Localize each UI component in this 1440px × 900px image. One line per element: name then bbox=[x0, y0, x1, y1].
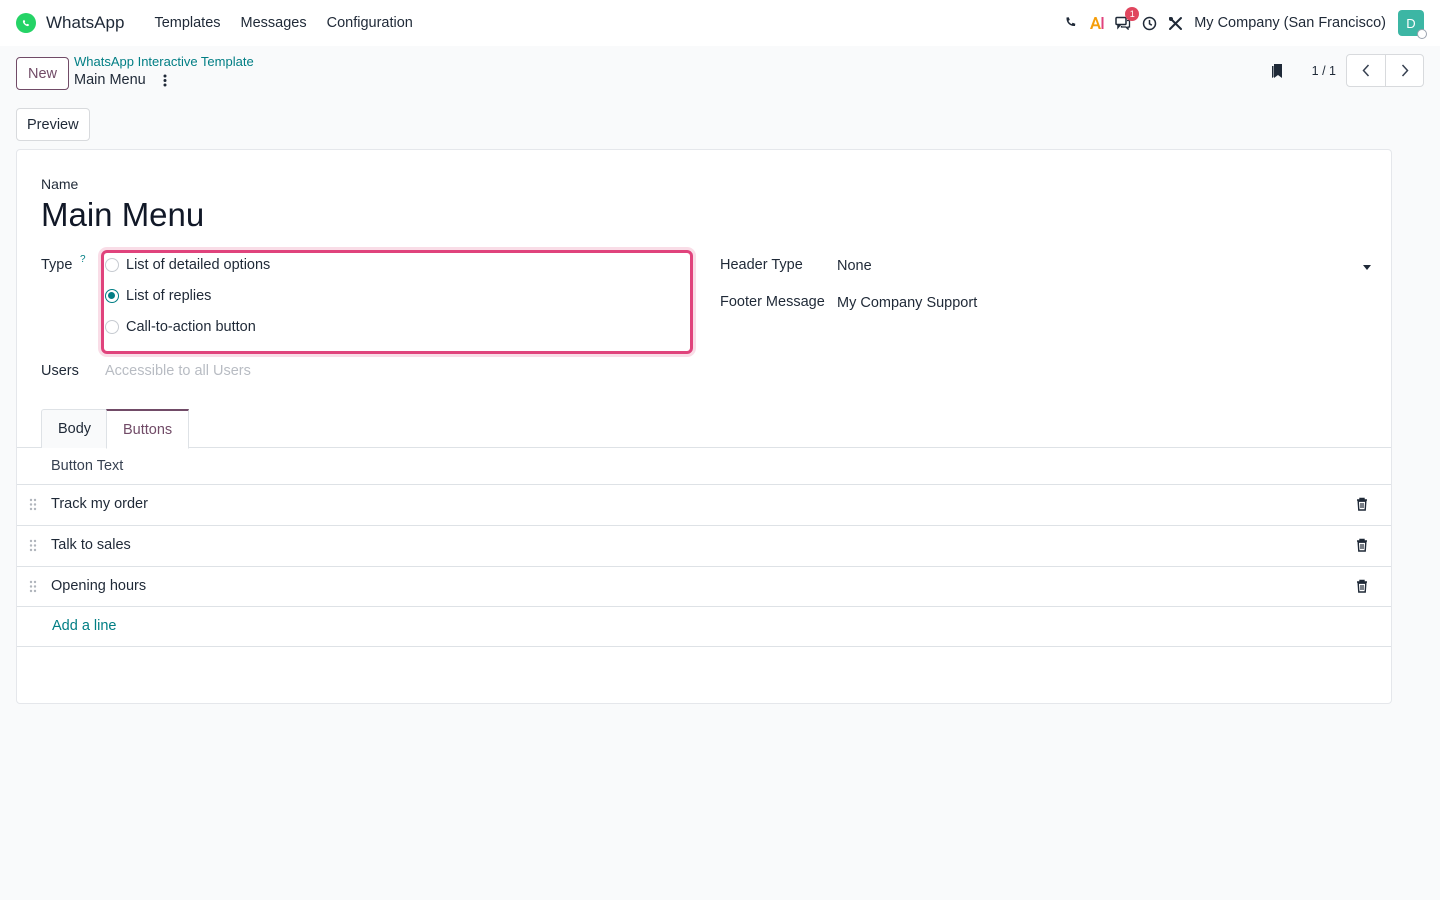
users-field[interactable]: Accessible to all Users bbox=[105, 363, 685, 385]
trash-icon[interactable] bbox=[1356, 497, 1368, 514]
radio-detailed[interactable] bbox=[105, 258, 119, 272]
radio-label: List of detailed options bbox=[126, 257, 271, 273]
actions-menu-icon[interactable] bbox=[160, 72, 170, 88]
pager: 1 / 1 bbox=[1270, 54, 1424, 87]
button-text-cell[interactable]: Track my order bbox=[51, 496, 148, 512]
menu-messages[interactable]: Messages bbox=[231, 15, 317, 31]
presence-status-icon bbox=[1417, 29, 1427, 39]
avatar-initial: D bbox=[1406, 15, 1416, 31]
form-sheet: Name Main Menu Type ? List of detailed o… bbox=[16, 149, 1392, 704]
radio-label: List of replies bbox=[126, 288, 212, 304]
list-header: Button Text bbox=[17, 448, 1391, 485]
type-option-replies[interactable]: List of replies bbox=[105, 288, 211, 304]
trash-icon[interactable] bbox=[1356, 579, 1368, 596]
list-row[interactable]: Talk to sales bbox=[17, 526, 1391, 567]
add-line-row: Add a line bbox=[17, 607, 1391, 647]
clock-icon[interactable] bbox=[1136, 10, 1162, 36]
footer-message-label: Footer Message bbox=[720, 294, 825, 310]
new-button[interactable]: New bbox=[16, 57, 70, 90]
radio-label: Call-to-action button bbox=[126, 319, 256, 335]
name-label: Name bbox=[41, 176, 79, 192]
chevron-right-icon bbox=[1401, 64, 1409, 77]
tab-body[interactable]: Body bbox=[41, 409, 109, 448]
app-name: WhatsApp bbox=[46, 13, 125, 32]
button-text-cell[interactable]: Talk to sales bbox=[51, 537, 131, 553]
breadcrumb-parent-link[interactable]: WhatsApp Interactive Template bbox=[74, 54, 254, 69]
ai-icon[interactable] bbox=[1084, 10, 1110, 36]
trash-icon[interactable] bbox=[1356, 538, 1368, 555]
type-option-cta[interactable]: Call-to-action button bbox=[105, 319, 256, 335]
header-type-label: Header Type bbox=[720, 257, 803, 273]
preview-button[interactable]: Preview bbox=[16, 108, 90, 141]
list-row[interactable]: Opening hours bbox=[17, 567, 1391, 607]
phone-icon[interactable] bbox=[1058, 10, 1084, 36]
tools-icon[interactable] bbox=[1162, 10, 1188, 36]
name-field[interactable]: Main Menu bbox=[41, 196, 204, 234]
users-label: Users bbox=[41, 363, 79, 379]
bookmark-icon[interactable] bbox=[1270, 63, 1284, 79]
breadcrumb: WhatsApp Interactive Template Main Menu bbox=[74, 54, 254, 88]
notebook-tabs: Body Buttons bbox=[17, 409, 1391, 449]
pager-value[interactable]: 1 / 1 bbox=[1312, 64, 1336, 78]
drag-handle-icon[interactable] bbox=[29, 539, 37, 555]
menu-configuration[interactable]: Configuration bbox=[317, 15, 423, 31]
button-text-cell[interactable]: Opening hours bbox=[51, 578, 146, 594]
caret-down-icon bbox=[1363, 265, 1371, 270]
pager-previous-button[interactable] bbox=[1347, 55, 1385, 86]
type-help-icon[interactable]: ? bbox=[80, 254, 86, 265]
whatsapp-logo-icon bbox=[16, 13, 36, 33]
breadcrumb-current-row: Main Menu bbox=[74, 72, 254, 88]
list-row[interactable]: Track my order bbox=[17, 485, 1391, 526]
app-brand[interactable]: WhatsApp bbox=[16, 13, 124, 33]
header-type-select[interactable]: None bbox=[837, 258, 1371, 280]
breadcrumb-current: Main Menu bbox=[74, 72, 146, 88]
header-type-value: None bbox=[837, 258, 872, 274]
type-option-detailed[interactable]: List of detailed options bbox=[105, 257, 270, 273]
menu-templates[interactable]: Templates bbox=[144, 15, 230, 31]
drag-handle-icon[interactable] bbox=[29, 580, 37, 596]
user-avatar[interactable]: D bbox=[1398, 10, 1427, 39]
chat-icon[interactable]: 1 bbox=[1110, 7, 1140, 36]
type-label: Type bbox=[41, 257, 73, 273]
chevron-left-icon bbox=[1362, 64, 1370, 77]
drag-handle-icon[interactable] bbox=[29, 498, 37, 514]
systray: 1 My Company (San Francisco) D bbox=[1058, 0, 1427, 46]
column-header-button-text[interactable]: Button Text bbox=[51, 458, 123, 474]
pager-next-button[interactable] bbox=[1385, 55, 1423, 86]
pager-buttons bbox=[1346, 54, 1424, 87]
tab-buttons[interactable]: Buttons bbox=[106, 409, 190, 449]
footer-message-field[interactable]: My Company Support bbox=[837, 295, 1371, 317]
radio-cta[interactable] bbox=[105, 320, 119, 334]
top-navbar: WhatsApp Templates Messages Configuratio… bbox=[0, 0, 1440, 46]
radio-replies[interactable] bbox=[105, 289, 119, 303]
add-a-line-link[interactable]: Add a line bbox=[52, 618, 117, 634]
company-switcher[interactable]: My Company (San Francisco) bbox=[1194, 15, 1386, 31]
main-menu: Templates Messages Configuration bbox=[144, 15, 422, 31]
